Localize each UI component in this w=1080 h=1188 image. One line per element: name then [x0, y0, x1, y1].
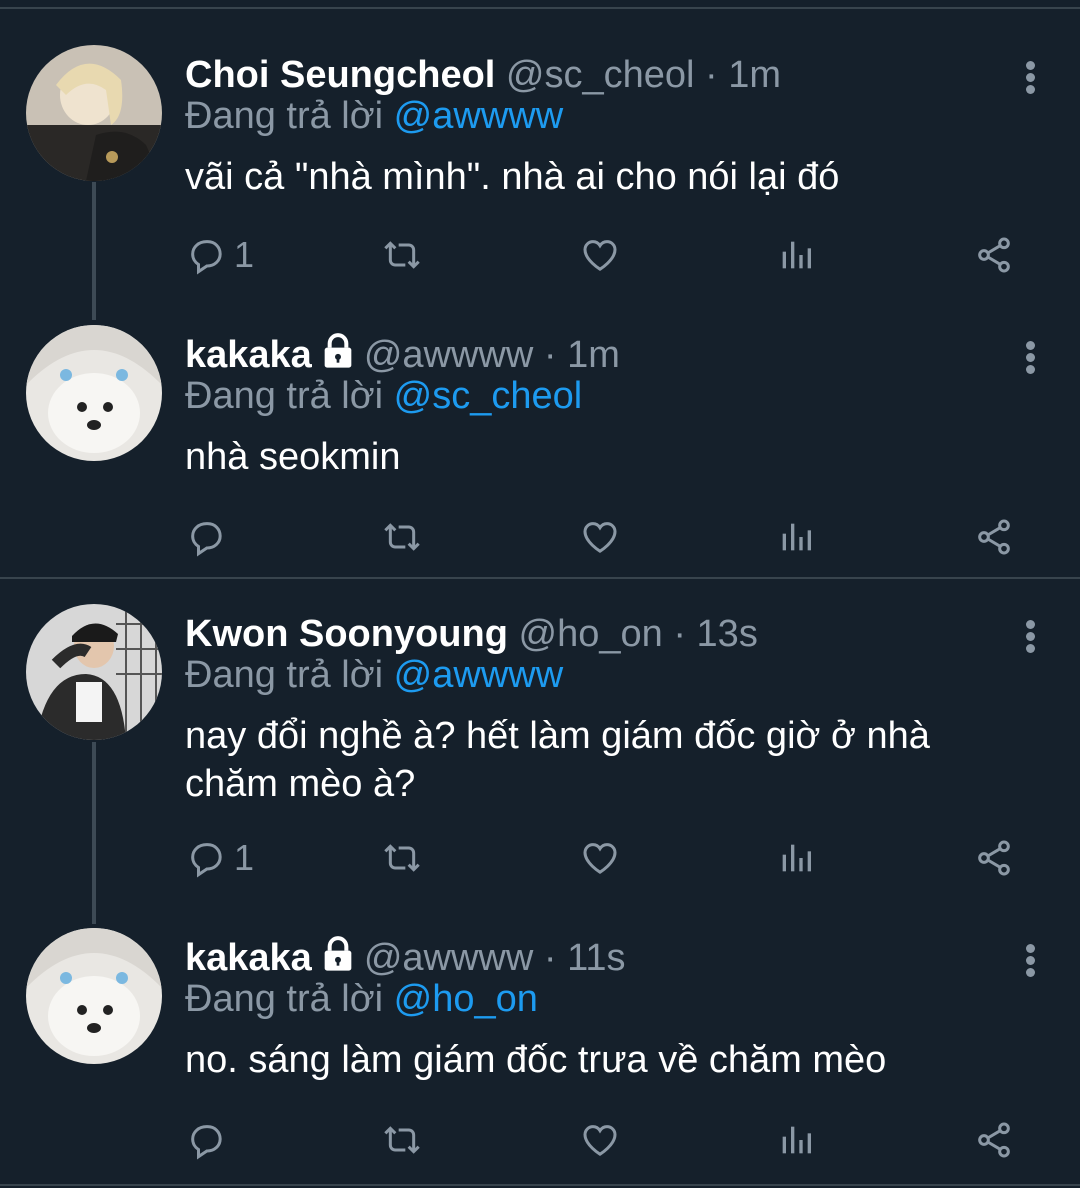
share-icon — [978, 237, 1010, 273]
replying-to: Đang trả lời @awwww — [185, 91, 563, 141]
heart-icon — [583, 1125, 617, 1156]
heart-icon — [583, 240, 617, 271]
like-button[interactable] — [580, 1116, 620, 1164]
person-avatar-icon — [26, 45, 162, 181]
analytics-button[interactable] — [776, 513, 816, 561]
analytics-icon — [782, 523, 811, 551]
analytics-button[interactable] — [776, 834, 816, 882]
replying-to-label: Đang trả lời — [185, 375, 384, 417]
display-name[interactable]: kakaka — [185, 937, 312, 979]
like-button[interactable] — [580, 231, 620, 279]
mention-link[interactable]: @ho_on — [394, 978, 538, 1020]
retweet-icon — [384, 241, 420, 269]
tweet-text: no. sáng làm giám đốc trưa về chăm mèo — [185, 1039, 887, 1081]
reply-icon — [191, 843, 222, 878]
separator-dot: · — [705, 54, 718, 96]
analytics-button[interactable] — [776, 231, 816, 279]
share-icon — [978, 519, 1010, 555]
thread-divider — [0, 577, 1080, 579]
like-button[interactable] — [580, 513, 620, 561]
retweet-icon — [384, 844, 420, 872]
mention-link[interactable]: @awwww — [394, 654, 563, 696]
avatar[interactable] — [26, 325, 162, 461]
reply-icon — [191, 240, 222, 275]
person-avatar-icon — [26, 604, 162, 740]
tweet-actions: 1 — [0, 231, 1080, 279]
timestamp[interactable]: 1m — [567, 334, 620, 376]
username[interactable]: @awwww — [364, 937, 533, 979]
thread-connector-2 — [92, 742, 96, 924]
replying-to-label: Đang trả lời — [185, 95, 384, 137]
share-icon — [978, 840, 1010, 876]
replying-to: Đang trả lời @ho_on — [185, 974, 538, 1024]
avatar[interactable] — [26, 928, 162, 1064]
like-button[interactable] — [580, 834, 620, 882]
username[interactable]: @ho_on — [519, 613, 663, 655]
retweet-button[interactable] — [382, 231, 422, 279]
username[interactable]: @sc_cheol — [506, 54, 695, 96]
analytics-button[interactable] — [776, 1116, 816, 1164]
display-name[interactable]: kakaka — [185, 334, 312, 376]
dog-avatar-icon — [26, 325, 162, 461]
username[interactable]: @awwww — [364, 334, 533, 376]
retweet-icon — [384, 523, 420, 551]
tweet-text: nhà seokmin — [185, 436, 401, 478]
replying-to: Đang trả lời @sc_cheol — [185, 371, 582, 421]
heart-icon — [583, 843, 617, 874]
replying-to-label: Đang trả lời — [185, 978, 384, 1020]
analytics-icon — [782, 844, 811, 872]
retweet-button[interactable] — [382, 834, 422, 882]
separator-dot: · — [543, 334, 557, 376]
share-button[interactable] — [974, 834, 1014, 882]
dog-avatar-icon — [26, 928, 162, 1064]
replying-to-label: Đang trả lời — [185, 654, 384, 696]
tweet-actions — [0, 513, 1080, 561]
tweet-text: vãi cả "nhà mình". nhà ai cho nói lại đó — [185, 156, 840, 198]
share-button[interactable] — [974, 1116, 1014, 1164]
reply-button[interactable]: 1 — [186, 231, 254, 279]
heart-icon — [583, 522, 617, 553]
tweet-actions: 1 — [0, 834, 1080, 882]
reply-icon — [191, 522, 222, 557]
separator-dot: · — [543, 937, 557, 979]
timestamp[interactable]: 13s — [697, 613, 758, 655]
reply-button[interactable]: 1 — [186, 834, 254, 882]
reply-button[interactable] — [186, 513, 234, 561]
reply-count: 1 — [234, 234, 255, 275]
avatar[interactable] — [26, 604, 162, 740]
bottom-divider — [0, 1184, 1080, 1186]
top-divider — [0, 7, 1080, 9]
timestamp[interactable]: 11s — [567, 937, 625, 979]
replying-to: Đang trả lời @awwww — [185, 650, 563, 700]
tweet-text: nay đổi nghề à? hết làm giám đốc giờ ở n… — [185, 715, 930, 805]
reply-count: 1 — [234, 837, 255, 878]
separator-dot: · — [673, 613, 686, 655]
more-icon[interactable] — [1024, 944, 1036, 984]
tweet-actions — [0, 1116, 1080, 1164]
share-button[interactable] — [974, 513, 1014, 561]
timestamp[interactable]: 1m — [728, 54, 781, 96]
share-icon — [978, 1122, 1010, 1158]
retweet-icon — [384, 1126, 420, 1154]
mention-link[interactable]: @sc_cheol — [394, 375, 583, 417]
mention-link[interactable]: @awwww — [394, 95, 563, 137]
more-icon[interactable] — [1024, 341, 1036, 381]
display-name[interactable]: Choi Seungcheol — [185, 54, 495, 96]
retweet-button[interactable] — [382, 513, 422, 561]
more-icon[interactable] — [1024, 620, 1036, 660]
display-name[interactable]: Kwon Soonyoung — [185, 613, 508, 655]
more-icon[interactable] — [1024, 61, 1036, 101]
reply-icon — [191, 1125, 222, 1160]
avatar[interactable] — [26, 45, 162, 181]
retweet-button[interactable] — [382, 1116, 422, 1164]
reply-button[interactable] — [186, 1116, 234, 1164]
analytics-icon — [782, 241, 811, 269]
share-button[interactable] — [974, 231, 1014, 279]
analytics-icon — [782, 1126, 811, 1154]
